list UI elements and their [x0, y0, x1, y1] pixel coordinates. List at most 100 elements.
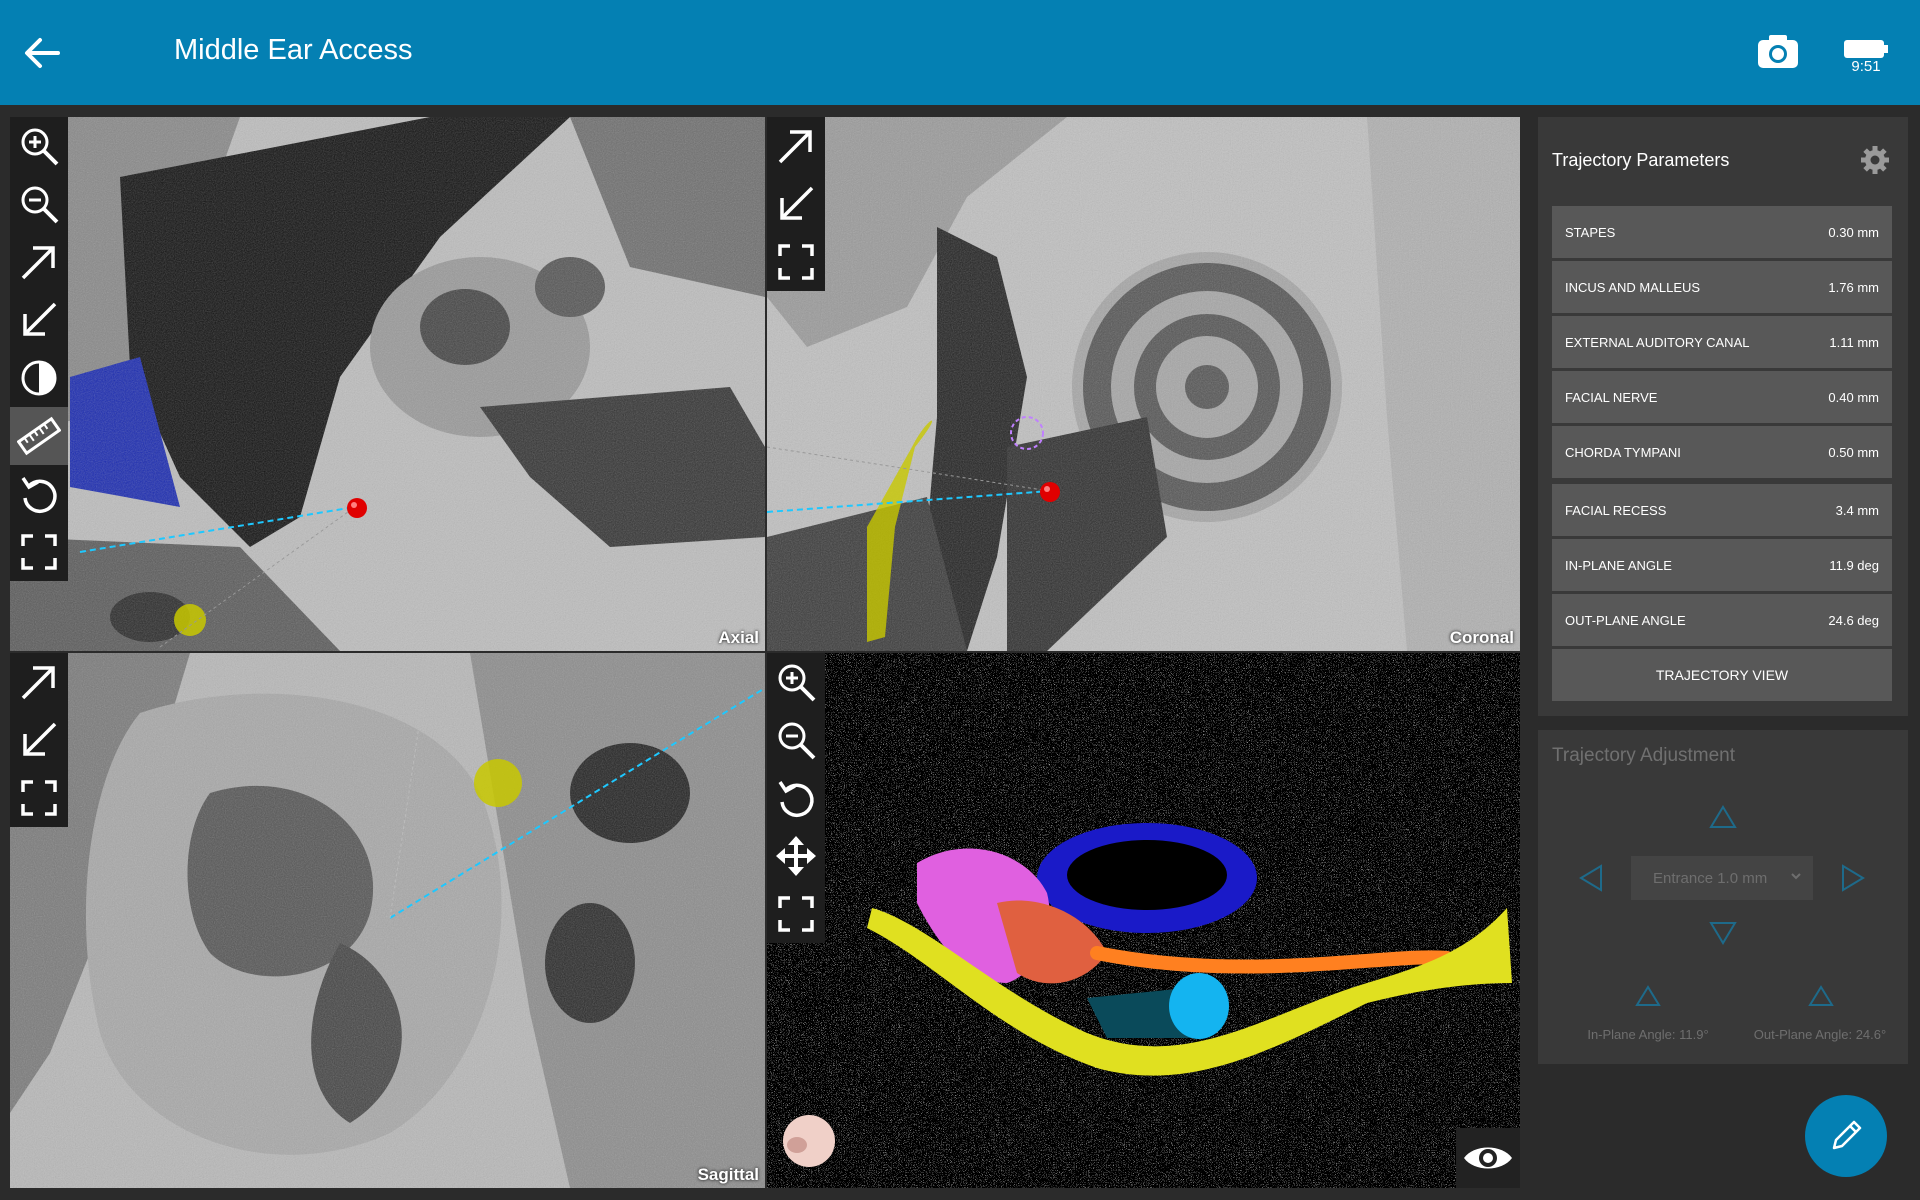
zoom-out-icon	[778, 722, 816, 760]
triangle-left-icon	[1579, 864, 1602, 892]
zoom-out-icon	[21, 186, 59, 224]
param-name: IN-PLANE ANGLE	[1565, 557, 1672, 573]
axial-view[interactable]: Axial	[10, 117, 765, 651]
contrast-button[interactable]	[10, 349, 68, 407]
zoom-out-button[interactable]	[767, 711, 825, 769]
param-name: FACIAL RECESS	[1565, 502, 1667, 518]
settings-button[interactable]	[1860, 145, 1890, 175]
pencil-icon	[1832, 1120, 1862, 1150]
trajectory-parameters-panel: Trajectory Parameters STAPES 0.30 mm INC…	[1538, 117, 1908, 716]
sagittal-view[interactable]: Sagittal	[10, 653, 765, 1188]
move-forward-button[interactable]	[767, 117, 825, 175]
in-plane-angle-up-button[interactable]	[1634, 984, 1662, 1013]
param-row-facial-recess: FACIAL RECESS 3.4 mm	[1552, 484, 1892, 536]
ruler-icon	[17, 416, 61, 456]
axial-view-label: Axial	[718, 628, 759, 647]
coronal-view[interactable]: Coronal	[767, 117, 1520, 651]
param-row-incus-malleus: INCUS AND MALLEUS 1.76 mm	[1552, 261, 1892, 313]
triangle-right-icon	[1842, 864, 1865, 892]
panel-title: Trajectory Adjustment	[1552, 745, 1736, 766]
param-value: 24.6 deg	[1828, 612, 1879, 628]
zoom-out-button[interactable]	[10, 175, 68, 233]
app-header: Middle Ear Access 9:51	[0, 0, 1920, 105]
move-forward-button[interactable]	[10, 233, 68, 291]
param-value: 0.50 mm	[1828, 444, 1879, 460]
sagittal-view-label: Sagittal	[697, 1165, 759, 1184]
move-forward-button[interactable]	[10, 653, 68, 711]
reset-button[interactable]	[767, 769, 825, 827]
param-name: OUT-PLANE ANGLE	[1565, 612, 1686, 628]
param-row-out-plane-angle: OUT-PLANE ANGLE 24.6 deg	[1552, 594, 1892, 646]
param-name: EXTERNAL AUDITORY CANAL	[1565, 334, 1750, 350]
out-plane-angle-label: Out-Plane Angle: 24.6°	[1753, 1027, 1887, 1042]
eye-icon	[1464, 1147, 1512, 1169]
battery-icon	[1843, 38, 1889, 60]
param-row-external-auditory-canal: EXTERNAL AUDITORY CANAL 1.11 mm	[1552, 316, 1892, 368]
arrow-up-right-icon	[778, 130, 812, 164]
fullscreen-icon	[778, 896, 814, 932]
arrow-up-right-icon	[21, 246, 55, 280]
triangle-down-icon	[1709, 922, 1737, 945]
entrance-select[interactable]: Entrance 1.0 mm	[1631, 856, 1813, 900]
fullscreen-button[interactable]	[10, 523, 68, 581]
zoom-in-button[interactable]	[10, 117, 68, 175]
chevron-down-icon	[1791, 873, 1801, 880]
back-button[interactable]	[18, 28, 68, 78]
panel-title: Trajectory Parameters	[1552, 150, 1730, 170]
rotate-ccw-icon	[21, 477, 57, 514]
entrance-select-value: Entrance 1.0 mm	[1653, 869, 1768, 887]
param-name: CHORDA TYMPANI	[1565, 444, 1681, 460]
adjust-down-button[interactable]	[1708, 920, 1738, 951]
move-backward-button[interactable]	[767, 175, 825, 233]
param-row-facial-nerve: FACIAL NERVE 0.40 mm	[1552, 371, 1892, 423]
edit-button[interactable]	[1805, 1095, 1887, 1177]
param-value: 3.4 mm	[1835, 502, 1879, 518]
param-value: 11.9 deg	[1829, 557, 1879, 573]
param-name: FACIAL NERVE	[1565, 389, 1658, 405]
coronal-view-label: Coronal	[1449, 628, 1514, 647]
param-value: 1.11 mm	[1829, 334, 1879, 350]
sagittal-toolbar	[10, 653, 68, 827]
arrow-up-right-icon	[21, 666, 55, 700]
fullscreen-button[interactable]	[767, 885, 825, 943]
param-value: 0.30 mm	[1828, 224, 1879, 240]
3d-toolbar	[767, 653, 825, 943]
clock: 9:51	[1851, 58, 1881, 75]
coronal-ct-image	[767, 117, 1520, 651]
zoom-in-icon	[21, 128, 59, 166]
move-icon	[776, 836, 816, 876]
fullscreen-icon	[21, 780, 57, 816]
in-plane-angle-label: In-Plane Angle: 11.9°	[1587, 1027, 1709, 1042]
triangle-up-icon	[1709, 805, 1737, 828]
zoom-in-button[interactable]	[767, 653, 825, 711]
out-plane-angle-up-button[interactable]	[1807, 984, 1835, 1013]
arrow-down-left-icon	[23, 302, 57, 336]
param-row-chorda-tympani: CHORDA TYMPANI 0.50 mm	[1552, 426, 1892, 478]
screenshot-button[interactable]	[1755, 30, 1801, 74]
3d-view[interactable]	[767, 653, 1520, 1188]
visibility-button[interactable]	[1456, 1128, 1520, 1188]
triangle-up-icon	[1808, 985, 1834, 1006]
move-backward-button[interactable]	[10, 711, 68, 769]
param-value: 1.76 mm	[1828, 279, 1879, 295]
adjust-left-button[interactable]	[1578, 863, 1604, 898]
axial-toolbar	[10, 117, 68, 581]
fullscreen-button[interactable]	[10, 769, 68, 827]
param-row-in-plane-angle: IN-PLANE ANGLE 11.9 deg	[1552, 539, 1892, 591]
trajectory-adjustment-panel: Trajectory Adjustment Entrance 1.0 mm In…	[1538, 730, 1908, 1064]
param-name: INCUS AND MALLEUS	[1565, 279, 1701, 295]
rotate-ccw-icon	[778, 781, 814, 818]
zoom-in-icon	[778, 664, 816, 702]
fullscreen-icon	[778, 244, 814, 280]
triangle-up-icon	[1635, 985, 1661, 1006]
arrow-left-icon	[25, 38, 60, 68]
pan-button[interactable]	[767, 827, 825, 885]
fullscreen-button[interactable]	[767, 233, 825, 291]
move-backward-button[interactable]	[10, 291, 68, 349]
measure-button[interactable]	[10, 407, 68, 465]
reset-button[interactable]	[10, 465, 68, 523]
trajectory-view-button[interactable]: TRAJECTORY VIEW	[1552, 649, 1892, 701]
adjust-right-button[interactable]	[1840, 863, 1866, 898]
adjust-up-button[interactable]	[1708, 804, 1738, 835]
arrow-down-left-icon	[23, 722, 57, 756]
